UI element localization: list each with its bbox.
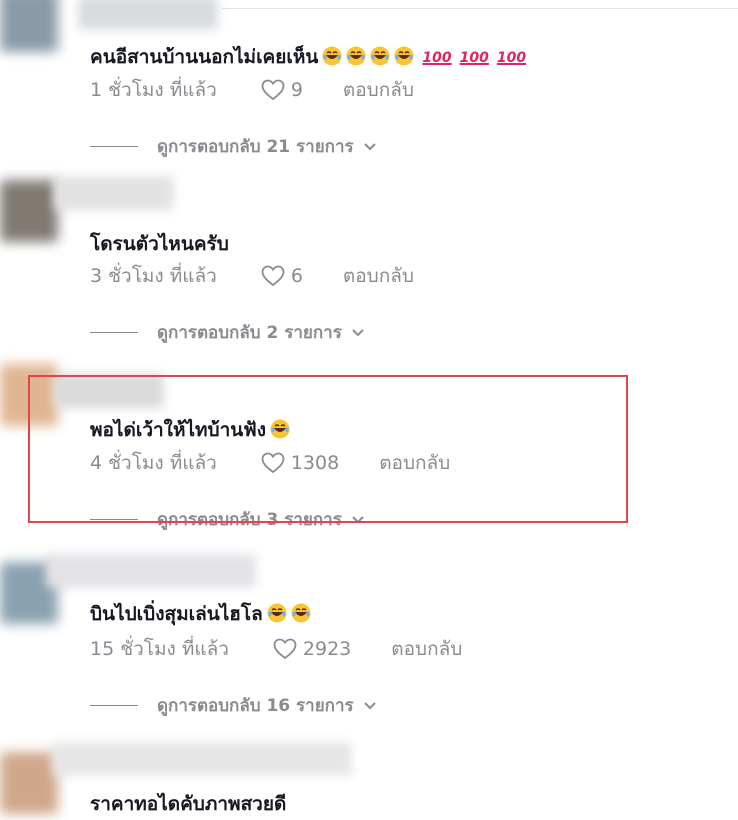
divider xyxy=(90,332,138,333)
hundred-emoji-icon: 100 xyxy=(422,50,452,66)
comment-text: โดรนตัวไหนครับ xyxy=(90,233,229,255)
divider xyxy=(222,8,738,9)
heart-icon xyxy=(261,79,285,101)
like-count: 2923 xyxy=(302,638,352,660)
comment-meta: 15 ชั่วโมง ที่แล้ว 2923 ตอบกลับ xyxy=(90,634,462,664)
highlight-box xyxy=(28,375,628,523)
view-replies-label: ดูการตอบกลับ 2 รายการ xyxy=(157,323,342,343)
chevron-down-icon xyxy=(363,701,376,709)
comment-text: บินไปเบิ่งสุมเล่นไฮโล xyxy=(90,599,311,629)
chevron-down-icon xyxy=(352,328,364,336)
avatar[interactable] xyxy=(0,180,58,242)
comment-time: 3 ชั่วโมง ที่แล้ว xyxy=(90,265,217,287)
username-blurred xyxy=(52,742,352,776)
comment-text: ราคาทอไดคับภาพสวยดี xyxy=(90,793,287,815)
reply-button[interactable]: ตอบกลับ xyxy=(343,261,414,291)
heart-icon xyxy=(273,638,297,660)
like-count: 9 xyxy=(290,79,303,101)
reply-button[interactable]: ตอบกลับ xyxy=(391,634,462,664)
laughing-emoji-icon xyxy=(370,46,390,66)
reply-button[interactable]: ตอบกลับ xyxy=(343,75,414,105)
chevron-down-icon xyxy=(363,142,376,150)
hundred-emoji-icon: 100 xyxy=(496,50,527,66)
heart-icon xyxy=(261,265,285,287)
comment-time: 15 ชั่วโมง ที่แล้ว xyxy=(90,638,229,660)
like-button[interactable]: 9 xyxy=(261,79,303,101)
view-replies-button[interactable]: ดูการตอบกลับ 21 รายการ xyxy=(90,133,377,160)
divider xyxy=(90,146,138,147)
comment-meta: 3 ชั่วโมง ที่แล้ว 6 ตอบกลับ xyxy=(90,261,414,291)
view-replies-button[interactable]: ดูการตอบกลับ 2 รายการ xyxy=(90,319,365,346)
username-blurred xyxy=(46,554,256,588)
avatar[interactable] xyxy=(0,752,58,814)
divider xyxy=(90,705,138,706)
like-button[interactable]: 6 xyxy=(261,265,303,287)
like-count: 6 xyxy=(290,265,303,287)
view-replies-label: ดูการตอบกลับ 16 รายการ xyxy=(157,696,354,716)
comment-text: คนอีสานบ้านนอกไม่เคยเห็น 100 100 100 xyxy=(90,46,527,68)
comment-time: 1 ชั่วโมง ที่แล้ว xyxy=(90,79,217,101)
comment-meta: 1 ชั่วโมง ที่แล้ว 9 ตอบกลับ xyxy=(90,75,414,105)
laughing-emoji-icon xyxy=(267,603,287,623)
laughing-emoji-icon xyxy=(394,46,414,66)
laughing-emoji-icon xyxy=(291,603,311,623)
view-replies-label: ดูการตอบกลับ 21 รายการ xyxy=(157,137,354,157)
username-blurred xyxy=(54,176,174,210)
like-button[interactable]: 2923 xyxy=(273,638,351,660)
avatar[interactable] xyxy=(0,0,58,52)
hundred-emoji-icon: 100 xyxy=(459,50,489,66)
view-replies-button[interactable]: ดูการตอบกลับ 16 รายการ xyxy=(90,692,377,719)
laughing-emoji-icon xyxy=(346,46,366,66)
laughing-emoji-icon xyxy=(322,46,342,66)
username-blurred xyxy=(78,0,218,30)
